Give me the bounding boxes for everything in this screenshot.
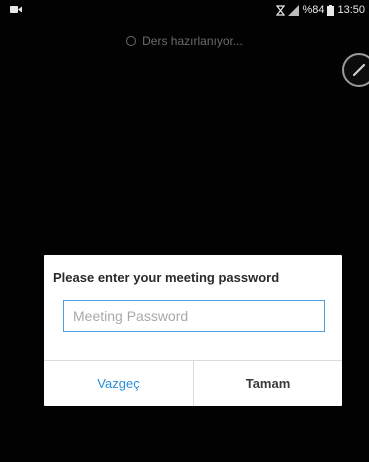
battery-percent: %84	[302, 4, 325, 16]
meeting-password-input[interactable]	[63, 300, 325, 332]
status-bar: %84 13:50	[0, 0, 369, 22]
battery-icon	[327, 4, 335, 16]
meeting-screen: %84 13:50 Ders hazırlanıyor... Please en…	[0, 0, 369, 462]
loading-indicator: Ders hazırlanıyor...	[0, 34, 369, 48]
dialog-title: Please enter your meeting password	[53, 270, 280, 285]
alarm-icon	[276, 4, 286, 16]
spinner-icon	[126, 36, 137, 46]
video-camera-icon	[10, 5, 22, 17]
password-dialog: Please enter your meeting password Vazge…	[44, 255, 342, 406]
status-indicators: %84 13:50	[276, 4, 365, 16]
signal-icon	[288, 4, 300, 16]
annotate-button[interactable]	[342, 53, 369, 87]
status-time: 13:50	[337, 4, 365, 16]
cancel-button[interactable]: Vazgeç	[44, 361, 193, 406]
loading-text: Ders hazırlanıyor...	[142, 34, 243, 48]
pencil-icon	[352, 63, 366, 77]
ok-button[interactable]: Tamam	[194, 361, 342, 406]
